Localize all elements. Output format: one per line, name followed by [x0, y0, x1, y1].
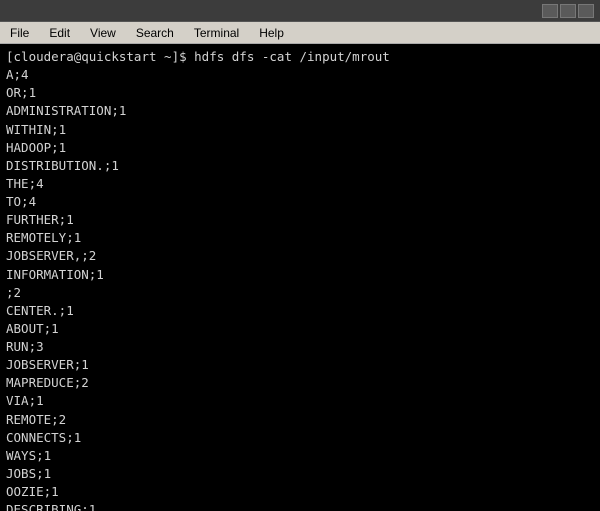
menu-terminal[interactable]: Terminal [188, 24, 245, 42]
menu-help[interactable]: Help [253, 24, 290, 42]
close-button[interactable] [578, 4, 594, 18]
menu-view[interactable]: View [84, 24, 122, 42]
menu-bar: File Edit View Search Terminal Help [0, 22, 600, 44]
minimize-button[interactable] [542, 4, 558, 18]
menu-edit[interactable]: Edit [43, 24, 76, 42]
menu-search[interactable]: Search [130, 24, 180, 42]
terminal-text: [cloudera@quickstart ~]$ hdfs dfs -cat /… [6, 48, 594, 511]
maximize-button[interactable] [560, 4, 576, 18]
terminal-container: [cloudera@quickstart ~]$ hdfs dfs -cat /… [0, 44, 600, 511]
terminal-output[interactable]: [cloudera@quickstart ~]$ hdfs dfs -cat /… [0, 44, 600, 511]
menu-file[interactable]: File [4, 24, 35, 42]
title-bar [0, 0, 600, 22]
